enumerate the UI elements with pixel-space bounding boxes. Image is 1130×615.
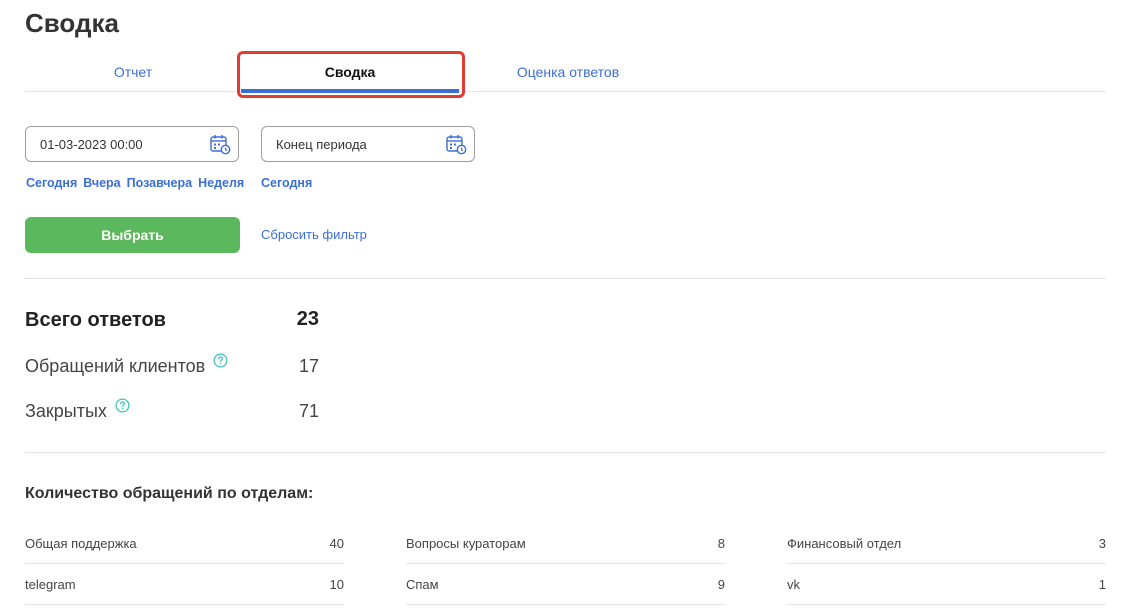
help-icon[interactable] bbox=[213, 353, 228, 368]
client-requests-label: Обращений клиентов bbox=[25, 353, 228, 377]
client-requests-text: Обращений клиентов bbox=[25, 356, 206, 376]
department-count: 40 bbox=[329, 535, 344, 551]
total-answers-label: Всего ответов bbox=[25, 309, 166, 332]
quick-link-week[interactable]: Неделя bbox=[198, 176, 244, 190]
list-item: Вопросы кураторам 8 bbox=[406, 523, 725, 564]
end-date-input[interactable] bbox=[276, 136, 436, 152]
reset-filter-link[interactable]: Сбросить фильтр bbox=[261, 227, 367, 242]
total-answers-text: Всего ответов bbox=[25, 309, 166, 331]
closed-value: 71 bbox=[298, 401, 319, 421]
start-date-input[interactable] bbox=[40, 136, 200, 152]
summary-page: Сводка Отчет Сводка Оценка ответов 01-03… bbox=[0, 0, 1130, 615]
department-name: vk bbox=[787, 576, 800, 592]
quick-link-yesterday[interactable]: Вчера bbox=[83, 176, 120, 190]
department-count: 10 bbox=[329, 576, 344, 592]
calendar-icon[interactable] bbox=[209, 133, 231, 155]
list-item: Финансовый отдел 3 bbox=[787, 523, 1106, 564]
department-name: Финансовый отдел bbox=[787, 535, 902, 551]
total-answers-value: 23 bbox=[296, 308, 319, 330]
divider bbox=[25, 452, 1106, 453]
page-title: Сводка bbox=[25, 8, 119, 38]
tab-report[interactable]: Отчет bbox=[25, 52, 241, 92]
list-item: vk 1 bbox=[787, 564, 1106, 605]
department-count: 8 bbox=[717, 535, 725, 551]
department-count: 3 bbox=[1098, 535, 1106, 551]
department-name: Общая поддержка bbox=[25, 535, 137, 551]
start-date-field[interactable] bbox=[25, 126, 239, 162]
start-quick-links: Сегодня Вчера Позавчера Неделя bbox=[26, 176, 244, 190]
help-icon[interactable] bbox=[115, 398, 130, 413]
calendar-icon[interactable] bbox=[445, 133, 467, 155]
select-button[interactable]: Выбрать bbox=[25, 217, 240, 253]
divider bbox=[25, 278, 1106, 279]
department-count: 1 bbox=[1098, 576, 1106, 592]
closed-label: Закрытых bbox=[25, 398, 130, 422]
department-name: telegram bbox=[25, 576, 76, 592]
department-name: Вопросы кураторам bbox=[406, 535, 526, 551]
quick-link-today[interactable]: Сегодня bbox=[26, 176, 77, 190]
list-item: Общая поддержка 40 bbox=[25, 523, 344, 564]
tab-summary[interactable]: Сводка bbox=[241, 52, 459, 93]
list-item: telegram 10 bbox=[25, 564, 344, 605]
departments-title: Количество обращений по отделам: bbox=[25, 485, 314, 502]
closed-text: Закрытых bbox=[25, 401, 107, 421]
tab-bar: Отчет Сводка Оценка ответов bbox=[25, 52, 1106, 93]
end-quick-links: Сегодня bbox=[261, 176, 312, 190]
end-date-field[interactable] bbox=[261, 126, 475, 162]
tab-answer-rating[interactable]: Оценка ответов bbox=[459, 52, 677, 92]
quick-link-end-today[interactable]: Сегодня bbox=[261, 176, 312, 190]
list-item: Спам 9 bbox=[406, 564, 725, 605]
client-requests-value: 17 bbox=[298, 356, 319, 376]
quick-link-day-before[interactable]: Позавчера bbox=[127, 176, 192, 190]
department-name: Спам bbox=[406, 576, 439, 592]
department-count: 9 bbox=[717, 576, 725, 592]
